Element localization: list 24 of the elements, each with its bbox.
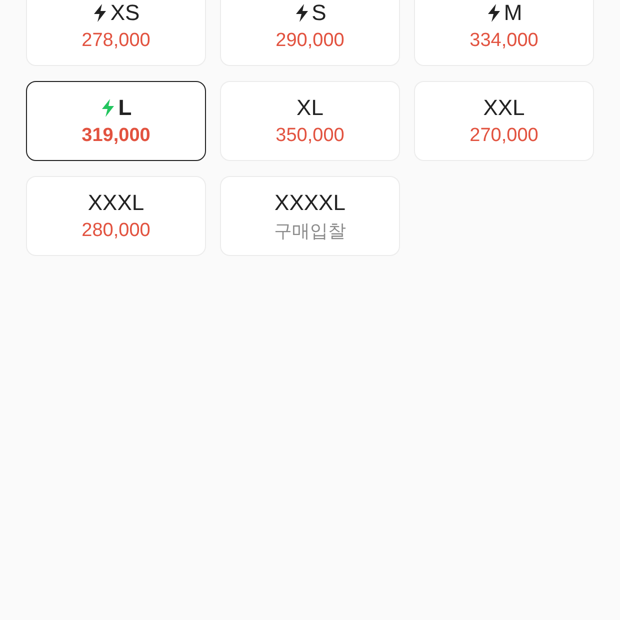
size-option[interactable]: XXXXL 구매입찰 [220, 176, 400, 256]
size-label: XL [296, 94, 324, 122]
price-label: 319,000 [82, 124, 150, 148]
size-option[interactable]: XS 278,000 [26, 0, 206, 66]
price-label: 290,000 [276, 29, 344, 53]
price-label: 350,000 [276, 124, 344, 148]
size-label: S [312, 0, 326, 27]
size-option[interactable]: M 334,000 [414, 0, 594, 66]
size-label: L [118, 94, 132, 122]
size-option[interactable]: XXXL 280,000 [26, 176, 206, 256]
size-label: XXL [483, 94, 525, 122]
size-option[interactable]: XL 350,000 [220, 81, 400, 161]
size-label: XXXXL [274, 189, 346, 217]
size-label: XXXL [88, 189, 144, 217]
price-label: 334,000 [470, 29, 538, 53]
size-label: M [504, 0, 522, 27]
bid-label: 구매입찰 [274, 220, 346, 243]
price-label: 280,000 [82, 219, 150, 243]
size-label: XS [110, 0, 140, 27]
price-label: 278,000 [82, 29, 150, 53]
price-label: 270,000 [470, 124, 538, 148]
size-option[interactable]: L 319,000 [26, 81, 206, 161]
size-option[interactable]: XXL 270,000 [414, 81, 594, 161]
size-option[interactable]: S 290,000 [220, 0, 400, 66]
